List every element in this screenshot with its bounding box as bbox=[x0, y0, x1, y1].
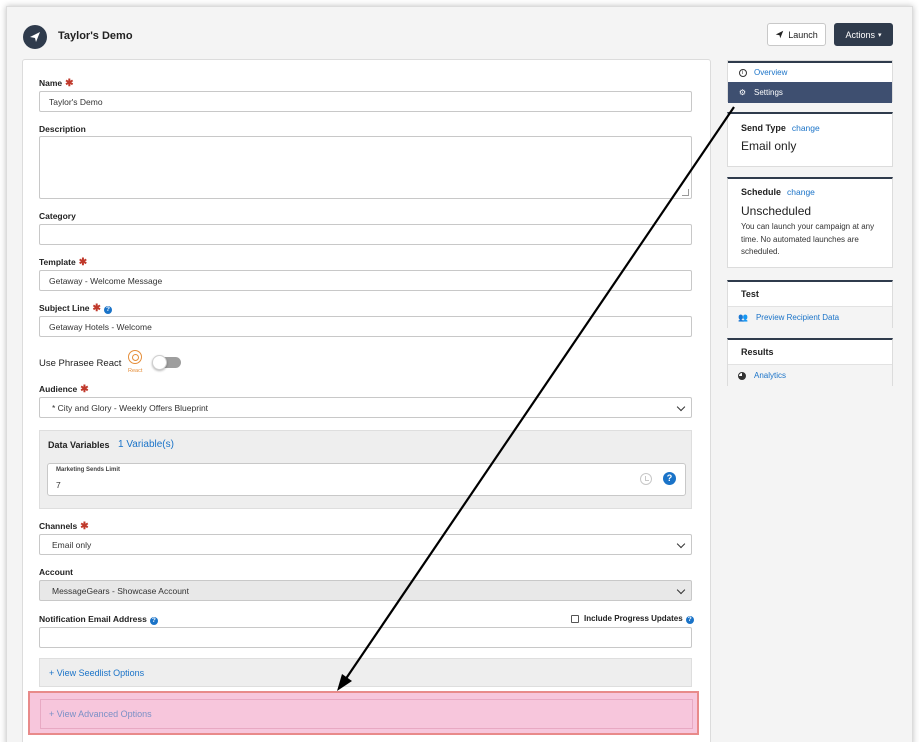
paper-plane-icon bbox=[775, 30, 784, 39]
schedule-card: Schedule change Unscheduled You can launc… bbox=[727, 177, 893, 268]
phrasee-react-toggle[interactable] bbox=[152, 355, 181, 370]
schedule-change-link[interactable]: change bbox=[787, 187, 815, 197]
sidebar-item-label: Settings bbox=[754, 88, 783, 97]
audience-select-value: * City and Glory - Weekly Offers Bluepri… bbox=[52, 402, 209, 413]
results-card: Results Analytics bbox=[727, 338, 893, 386]
toggle-knob bbox=[152, 355, 167, 370]
account-select-value: MessageGears - Showcase Account bbox=[52, 585, 190, 596]
data-variables-count-link[interactable]: 1 Variable(s) bbox=[118, 439, 174, 450]
caret-down-icon: ▾ bbox=[878, 31, 882, 39]
required-asterisk: ✱ bbox=[78, 257, 88, 268]
name-input[interactable]: Taylor's Demo bbox=[39, 91, 692, 112]
required-asterisk: ✱ bbox=[80, 521, 89, 532]
analytics-label: Analytics bbox=[754, 371, 787, 380]
notification-email-label: Notification Email Address? bbox=[39, 614, 158, 625]
marketing-sends-limit-label: Marketing Sends Limit bbox=[56, 467, 121, 473]
resize-grip-icon[interactable] bbox=[682, 189, 689, 196]
results-title: Results bbox=[741, 347, 774, 357]
subject-line-value: Getaway Hotels - Welcome bbox=[49, 321, 152, 332]
analytics-link[interactable]: Analytics bbox=[728, 364, 892, 386]
description-textarea[interactable] bbox=[39, 136, 692, 199]
phrasee-react-label: Use Phrasee React bbox=[39, 358, 122, 369]
history-icon[interactable] bbox=[640, 473, 652, 485]
help-icon[interactable]: ? bbox=[685, 616, 694, 624]
actions-dropdown-button[interactable]: Actions ▾ bbox=[834, 23, 893, 46]
react-badge-text: React bbox=[128, 368, 143, 374]
subject-line-input[interactable]: Getaway Hotels - Welcome bbox=[39, 316, 692, 337]
sidebar-item-overview[interactable]: i Overview bbox=[728, 61, 892, 82]
test-card: Test 👥 Preview Recipient Data bbox=[727, 280, 893, 328]
template-input-value: Getaway - Welcome Message bbox=[49, 275, 163, 286]
info-circle-icon: i bbox=[738, 68, 747, 77]
help-icon[interactable]: ? bbox=[149, 617, 158, 625]
schedule-title: Schedule change bbox=[741, 187, 815, 197]
data-variables-title: Data Variables bbox=[48, 440, 110, 450]
phrasee-react-icon bbox=[128, 350, 142, 364]
description-label: Description bbox=[39, 124, 86, 134]
actions-button-label: Actions bbox=[845, 29, 875, 40]
required-asterisk: ✱ bbox=[92, 303, 101, 314]
name-input-value: Taylor's Demo bbox=[49, 96, 103, 107]
account-label: Account bbox=[39, 567, 73, 577]
view-seedlist-options-toggle[interactable]: + View Seedlist Options bbox=[39, 658, 692, 687]
chevron-down-icon bbox=[676, 585, 686, 595]
send-type-card: Send Type change Email only bbox=[727, 112, 893, 167]
preview-recipient-data-link[interactable]: 👥 Preview Recipient Data bbox=[728, 306, 892, 328]
test-title: Test bbox=[741, 289, 759, 299]
schedule-note: You can launch your campaign at any time… bbox=[741, 222, 875, 256]
data-variables-panel: Data Variables 1 Variable(s) Marketing S… bbox=[39, 430, 692, 509]
preview-recipient-data-label: Preview Recipient Data bbox=[755, 313, 840, 322]
channels-select-value: Email only bbox=[52, 539, 92, 550]
page-title: Taylor's Demo bbox=[58, 30, 133, 42]
include-progress-updates-label: Include Progress Updates? bbox=[584, 614, 694, 624]
category-input[interactable] bbox=[39, 224, 692, 245]
audience-select[interactable]: * City and Glory - Weekly Offers Bluepri… bbox=[39, 397, 692, 418]
subject-line-label: Subject Line ✱? bbox=[39, 303, 112, 314]
account-select[interactable]: MessageGears - Showcase Account bbox=[39, 580, 692, 601]
launch-button[interactable]: Launch bbox=[767, 23, 826, 46]
pie-chart-icon bbox=[738, 371, 746, 380]
audience-label: Audience ✱ bbox=[39, 384, 89, 395]
name-label: Name ✱ bbox=[39, 78, 74, 89]
channels-label: Channels ✱ bbox=[39, 521, 89, 532]
marketing-sends-limit-field[interactable]: Marketing Sends Limit 7 ? bbox=[47, 463, 686, 496]
send-type-change-link[interactable]: change bbox=[792, 123, 820, 133]
help-icon[interactable]: ? bbox=[103, 306, 112, 314]
notification-email-input[interactable] bbox=[39, 627, 692, 648]
sidebar-item-settings[interactable]: ⚙ Settings bbox=[728, 82, 892, 103]
launch-button-label: Launch bbox=[788, 29, 818, 40]
chevron-down-icon bbox=[676, 402, 686, 412]
include-progress-updates-checkbox[interactable] bbox=[571, 615, 579, 623]
required-asterisk: ✱ bbox=[65, 78, 74, 89]
template-input[interactable]: Getaway - Welcome Message bbox=[39, 270, 692, 291]
gear-icon: ⚙ bbox=[738, 88, 747, 97]
schedule-value: Unscheduled bbox=[741, 204, 812, 218]
view-advanced-options-toggle[interactable]: + View Advanced Options bbox=[40, 699, 693, 729]
marketing-sends-limit-value: 7 bbox=[56, 480, 61, 490]
paper-plane-logo-icon bbox=[23, 25, 47, 49]
template-label: Template ✱ bbox=[39, 257, 88, 268]
chevron-down-icon bbox=[676, 539, 686, 549]
sidebar-item-label: Overview bbox=[754, 68, 788, 77]
advanced-options-highlight: + View Advanced Options bbox=[28, 691, 699, 735]
help-icon[interactable]: ? bbox=[663, 472, 676, 485]
users-icon: 👥 bbox=[738, 313, 748, 322]
channels-select[interactable]: Email only bbox=[39, 534, 692, 555]
required-asterisk: ✱ bbox=[80, 384, 89, 395]
sidebar-nav: i Overview ⚙ Settings bbox=[727, 60, 893, 103]
category-label: Category bbox=[39, 211, 76, 221]
send-type-value: Email only bbox=[741, 139, 797, 153]
send-type-title: Send Type change bbox=[741, 123, 820, 133]
